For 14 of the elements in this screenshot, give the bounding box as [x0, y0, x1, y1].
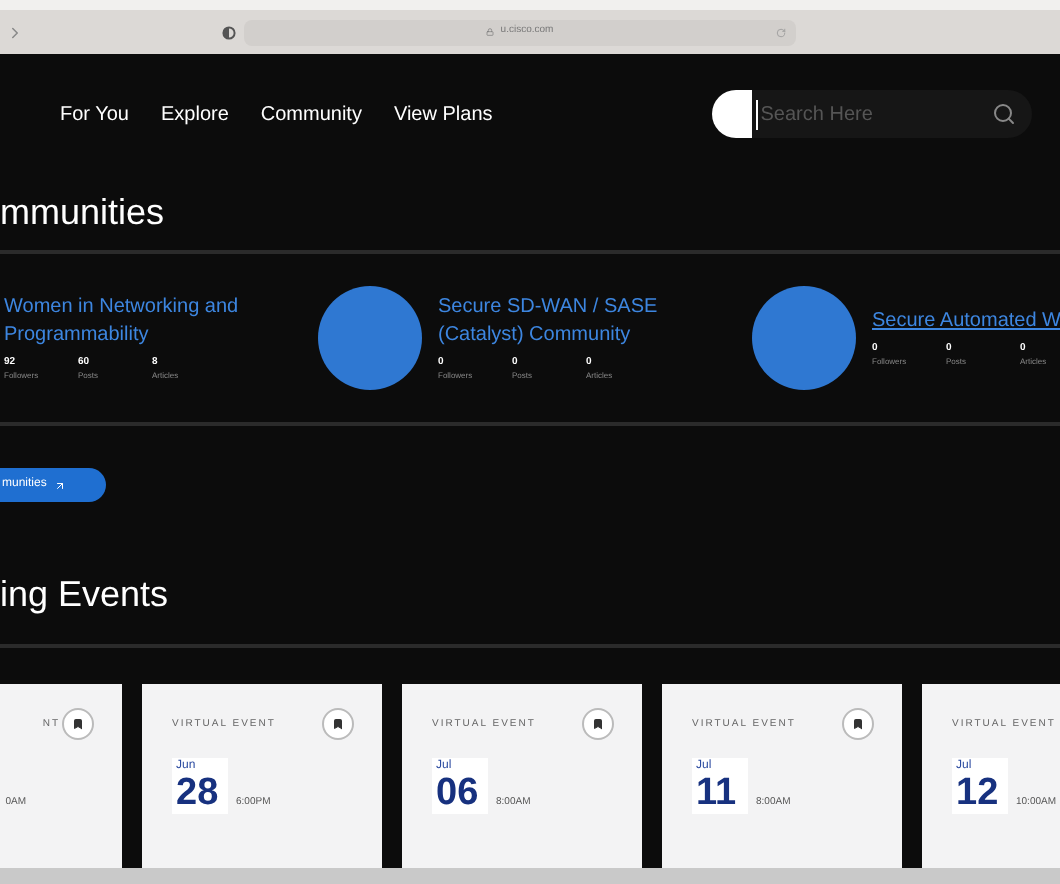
event-day: 28 — [176, 774, 224, 812]
event-day: 11 — [696, 774, 744, 812]
section-heading: mmunities — [0, 190, 167, 236]
community-title[interactable]: Secure SD-WAN / SASE (Catalyst) Community — [438, 293, 742, 350]
event-day: 12 — [956, 774, 1004, 812]
search-field[interactable]: Search Here — [756, 99, 993, 129]
nav-link[interactable]: Explore — [160, 99, 229, 129]
event-day: 06 — [436, 774, 484, 812]
community-title[interactable]: Women in Networking and Programmability — [4, 293, 308, 350]
nav-link[interactable]: For You — [60, 99, 129, 129]
nav-link[interactable]: Community — [260, 99, 362, 129]
search-bar[interactable]: Search Here — [752, 90, 1033, 138]
section-heading: ing Events — [0, 572, 171, 618]
nav-link[interactable]: View Plans — [393, 99, 493, 129]
